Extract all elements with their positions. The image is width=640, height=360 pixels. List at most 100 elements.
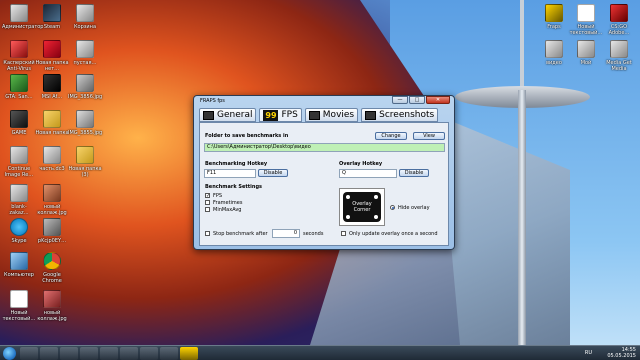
user-folder-icon (10, 4, 28, 22)
movies-tab-icon (308, 110, 320, 120)
image-file-icon (43, 218, 61, 236)
desktop-icon-kaspersky[interactable]: Касперский Anti-Virus (2, 40, 36, 72)
stop-seconds-field[interactable]: 0 (272, 229, 300, 238)
documents-icon (577, 40, 595, 58)
desktop-icon-msi[interactable]: MSI Af… (35, 74, 69, 100)
fps-checkbox[interactable]: ✓ (205, 193, 210, 199)
benchmark-disable-button[interactable]: Disable (258, 169, 288, 177)
taskbar-app2[interactable] (140, 347, 158, 360)
desktop-icon-steam[interactable]: Steam (35, 4, 69, 30)
folder-icon (43, 110, 61, 128)
skype-icon (10, 218, 28, 236)
csgo-icon (610, 4, 628, 22)
window-controls: — □ ✕ (391, 96, 450, 105)
desktop-icon-folder[interactable]: Новая папка нет… (35, 40, 69, 72)
stop-benchmark-label: Stop benchmark after (213, 231, 268, 237)
desktop-icon-txt[interactable]: Новый текстовый… (2, 290, 36, 322)
desktop-icon-newfolder3[interactable]: Новая папка (3) (68, 146, 102, 178)
taskbar-steam[interactable] (40, 347, 58, 360)
desktop-icon-txt2[interactable]: Новый текстовый… (569, 4, 603, 36)
app-icon (10, 146, 28, 164)
update-overlay-checkbox[interactable] (341, 231, 346, 236)
desktop-icon-computer[interactable]: Компьютер (2, 252, 36, 278)
minmaxavg-checkbox[interactable] (205, 207, 210, 212)
tab-general[interactable]: General (199, 108, 257, 122)
desktop-icon-mediaget[interactable]: Media Get Media (602, 40, 636, 72)
desktop-icon-img2[interactable]: IMG_3855.jpg (68, 110, 102, 136)
hide-overlay-radio[interactable] (390, 205, 395, 210)
desktop-icon-csgo[interactable]: CS:GO Adobe… (602, 4, 636, 36)
tab-bar: General 99 FPS Movies Screenshots (199, 108, 449, 122)
taskbar-fraps[interactable] (180, 347, 198, 360)
desktop-icon-my[interactable]: Мой (569, 40, 603, 66)
steam-icon (43, 4, 61, 22)
desktop-icon-game[interactable]: GAME (2, 110, 36, 136)
folder-icon (43, 40, 61, 58)
corner-top-left-dot[interactable] (346, 195, 350, 199)
mediaget-icon (610, 40, 628, 58)
image-file-icon (43, 184, 61, 202)
overlay-hotkey-field[interactable]: Q (339, 169, 397, 178)
overlay-corner-selector: Overlay Corner (339, 188, 385, 226)
desktop-icon-pk[interactable]: pKcjp0EY… (35, 218, 69, 244)
desktop-icon-gta[interactable]: GTA: San… (2, 74, 36, 100)
minimize-button[interactable]: — (392, 96, 408, 104)
gta-icon (10, 74, 28, 92)
taskbar-kaspersky[interactable] (80, 347, 98, 360)
language-indicator[interactable]: RU (585, 350, 592, 356)
hide-overlay-label: Hide overlay (398, 205, 430, 211)
fraps-icon (545, 4, 563, 22)
minmaxavg-option-label: MinMaxAvg (213, 207, 242, 213)
benchmark-folder-path[interactable]: C:\Users\Администратор\Desktop\видео (204, 143, 445, 152)
corner-bottom-left-dot[interactable] (346, 215, 350, 219)
desktop-icon-continue[interactable]: Continue Image Re… (2, 146, 36, 178)
tab-movies[interactable]: Movies (304, 108, 359, 122)
view-button[interactable]: View (413, 132, 445, 140)
overlay-disable-button[interactable]: Disable (399, 169, 429, 177)
image-file-icon (43, 290, 61, 308)
desktop-icon-dc3[interactable]: часть.dc3 (35, 146, 69, 172)
desktop-icon-chrome[interactable]: Google Chrome (35, 252, 69, 284)
desktop-icon-skype[interactable]: Skype (2, 218, 36, 244)
screenshots-tab-icon (365, 110, 377, 120)
desktop-icon-empty[interactable]: пустая… (68, 40, 102, 66)
maximize-button[interactable]: □ (409, 96, 425, 104)
taskbar-app3[interactable] (160, 347, 178, 360)
start-button[interactable] (3, 347, 16, 360)
change-button[interactable]: Change (375, 132, 407, 140)
desktop-icon-recycle[interactable]: Корзина (68, 4, 102, 30)
fraps-window: FRAPS fps — □ ✕ General 99 FPS Movies Scr… (193, 95, 455, 250)
text-file-icon (10, 290, 28, 308)
computer-icon (10, 252, 28, 270)
desktop-icon-collage2[interactable]: новый коллаж.jpg (35, 290, 69, 322)
desktop-icon-blank[interactable]: blank-zakaz… (2, 184, 36, 216)
stop-benchmark-checkbox[interactable] (205, 231, 210, 236)
tab-fps[interactable]: 99 FPS (259, 108, 302, 122)
overlay-hotkey-label: Overlay Hotkey (339, 161, 383, 167)
desktop-icon-img1[interactable]: IMG_3856.jpg (68, 74, 102, 100)
close-button[interactable]: ✕ (426, 96, 450, 104)
corner-top-right-dot[interactable] (374, 195, 378, 199)
taskbar-chrome[interactable] (100, 347, 118, 360)
recycle-bin-icon (76, 4, 94, 22)
taskbar-media[interactable] (60, 347, 78, 360)
system-clock[interactable]: 14:55 05.05.2015 (607, 347, 636, 360)
frametimes-checkbox[interactable] (205, 200, 210, 205)
kaspersky-icon (10, 40, 28, 58)
desktop-icon-newfolder[interactable]: Новая папка (35, 110, 69, 136)
desktop-icon-collage1[interactable]: новый коллаж.jpg (35, 184, 69, 216)
desktop-icon-fraps[interactable]: Fraps (537, 4, 571, 30)
desktop-icon-admin[interactable]: Администратор (2, 4, 43, 30)
desktop-icon-video[interactable]: видео (537, 40, 571, 66)
file-icon (43, 146, 61, 164)
title-bar[interactable]: FRAPS fps — □ ✕ (194, 96, 454, 107)
tab-screenshots[interactable]: Screenshots (361, 108, 439, 122)
benchmark-hotkey-field[interactable]: F11 (204, 169, 256, 178)
taskbar-explorer[interactable] (20, 347, 38, 360)
update-overlay-label: Only update overlay once a second (349, 231, 438, 237)
text-file-icon (577, 4, 595, 22)
fps-option-label: FPS (213, 193, 223, 199)
corner-bottom-right-dot[interactable] (374, 215, 378, 219)
fps-badge-icon: 99 (263, 109, 279, 121)
taskbar-app[interactable] (120, 347, 138, 360)
